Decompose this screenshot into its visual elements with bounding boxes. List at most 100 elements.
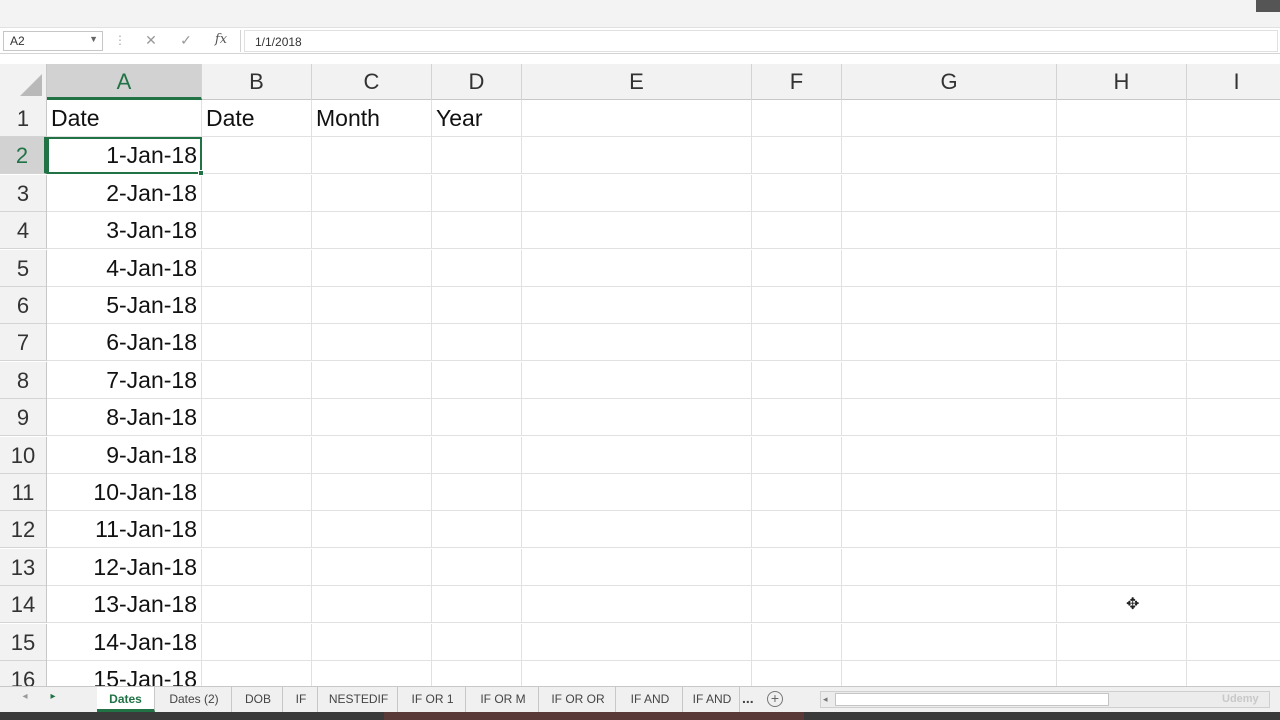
cell-g16[interactable] <box>842 661 1057 686</box>
cell-i13[interactable] <box>1187 549 1280 586</box>
cell-g1[interactable] <box>842 100 1057 137</box>
cell-c11[interactable] <box>312 474 432 511</box>
column-header-b[interactable]: B <box>202 64 312 100</box>
cell-h8[interactable] <box>1057 361 1187 399</box>
cell-g12[interactable] <box>842 511 1057 549</box>
sheet-tab[interactable]: IF <box>285 687 318 712</box>
cell-i11[interactable] <box>1187 474 1280 511</box>
cell-e4[interactable] <box>522 212 752 250</box>
cell-i9[interactable] <box>1187 399 1280 437</box>
cell-e10[interactable] <box>522 436 752 474</box>
cell-g11[interactable] <box>842 474 1057 511</box>
cell-e6[interactable] <box>522 287 752 324</box>
row-header-2[interactable]: 2 <box>0 137 47 175</box>
cell-b11[interactable] <box>202 474 312 511</box>
cell-d12[interactable] <box>432 511 522 549</box>
column-header-c[interactable]: C <box>312 64 432 100</box>
cell-c1[interactable]: Month <box>312 100 432 137</box>
cell-c14[interactable] <box>312 586 432 624</box>
cell-a11[interactable]: 10-Jan-18 <box>47 474 202 511</box>
cell-c8[interactable] <box>312 361 432 399</box>
cell-h13[interactable] <box>1057 548 1187 586</box>
cell-h11[interactable] <box>1057 474 1187 511</box>
cell-e3[interactable] <box>522 174 752 212</box>
row-header-12[interactable]: 12 <box>0 511 47 549</box>
cell-d6[interactable] <box>432 287 522 324</box>
row-header-5[interactable]: 5 <box>0 249 47 287</box>
cell-f1[interactable] <box>752 100 842 137</box>
cell-a15[interactable]: 14-Jan-18 <box>47 623 202 661</box>
cell-e2[interactable] <box>522 137 752 175</box>
scroll-left-icon[interactable]: ◂ <box>823 692 828 707</box>
cell-e15[interactable] <box>522 623 752 661</box>
cancel-icon[interactable]: ✕ <box>140 32 162 49</box>
sheet-tab[interactable]: IF OR OR <box>541 687 616 712</box>
cell-e5[interactable] <box>522 249 752 287</box>
column-header-h[interactable]: H <box>1057 64 1187 100</box>
row-header-10[interactable]: 10 <box>0 436 47 474</box>
cell-a14[interactable]: 13-Jan-18 <box>47 586 202 624</box>
cell-b2[interactable] <box>202 137 312 175</box>
cell-g15[interactable] <box>842 623 1057 661</box>
cell-d3[interactable] <box>432 174 522 212</box>
cell-c6[interactable] <box>312 287 432 324</box>
cell-d8[interactable] <box>432 361 522 399</box>
cell-c15[interactable] <box>312 623 432 661</box>
row-header-14[interactable]: 14 <box>0 586 47 624</box>
cell-d13[interactable] <box>432 548 522 586</box>
enter-icon[interactable]: ✓ <box>175 32 197 49</box>
fill-handle[interactable] <box>198 170 204 177</box>
cell-i10[interactable] <box>1187 437 1280 474</box>
cell-i3[interactable] <box>1187 175 1280 212</box>
row-header-11[interactable]: 11 <box>0 474 47 511</box>
cell-h9[interactable] <box>1057 399 1187 437</box>
row-header-6[interactable]: 6 <box>0 287 47 324</box>
cell-b13[interactable] <box>202 548 312 586</box>
cell-h3[interactable] <box>1057 174 1187 212</box>
sheet-tab[interactable]: NESTEDIF <box>320 687 398 712</box>
cell-g2[interactable] <box>842 137 1057 175</box>
row-header-4[interactable]: 4 <box>0 212 47 250</box>
cell-h14[interactable] <box>1057 586 1187 624</box>
cell-c5[interactable] <box>312 249 432 287</box>
cell-g8[interactable] <box>842 361 1057 399</box>
horizontal-scrollbar[interactable]: ◂ <box>820 691 1270 708</box>
cell-b6[interactable] <box>202 287 312 324</box>
cell-e11[interactable] <box>522 474 752 511</box>
cell-b3[interactable] <box>202 174 312 212</box>
cell-g6[interactable] <box>842 287 1057 324</box>
cell-d16[interactable] <box>432 661 522 686</box>
sheet-tab[interactable]: Dates (2) <box>157 687 232 712</box>
column-header-a[interactable]: A <box>47 64 202 100</box>
row-header-9[interactable]: 9 <box>0 399 47 437</box>
cell-d1[interactable]: Year <box>432 100 522 137</box>
cell-f14[interactable] <box>752 586 842 624</box>
cell-f12[interactable] <box>752 511 842 549</box>
cell-i12[interactable] <box>1187 511 1280 549</box>
cell-h2[interactable] <box>1057 137 1187 175</box>
cell-h1[interactable] <box>1057 100 1187 137</box>
cell-g9[interactable] <box>842 399 1057 437</box>
cell-d9[interactable] <box>432 399 522 437</box>
cell-a16[interactable]: 15-Jan-18 <box>47 661 202 686</box>
cell-e7[interactable] <box>522 324 752 362</box>
cell-b1[interactable]: Date <box>202 100 312 137</box>
cell-f6[interactable] <box>752 287 842 324</box>
row-header-1[interactable]: 1 <box>0 100 47 137</box>
column-header-d[interactable]: D <box>432 64 522 100</box>
next-sheet-icon[interactable]: ▸ <box>46 691 60 702</box>
cell-a3[interactable]: 2-Jan-18 <box>47 174 202 212</box>
cell-i8[interactable] <box>1187 362 1280 399</box>
row-header-7[interactable]: 7 <box>0 324 47 362</box>
cell-h7[interactable] <box>1057 324 1187 362</box>
cell-b15[interactable] <box>202 623 312 661</box>
cell-e14[interactable] <box>522 586 752 624</box>
cell-d10[interactable] <box>432 436 522 474</box>
cell-c2[interactable] <box>312 137 432 175</box>
cell-e16[interactable] <box>522 661 752 686</box>
cell-e9[interactable] <box>522 399 752 437</box>
cell-b14[interactable] <box>202 586 312 624</box>
cell-h16[interactable] <box>1057 661 1187 686</box>
cell-c12[interactable] <box>312 511 432 549</box>
cell-h5[interactable] <box>1057 249 1187 287</box>
